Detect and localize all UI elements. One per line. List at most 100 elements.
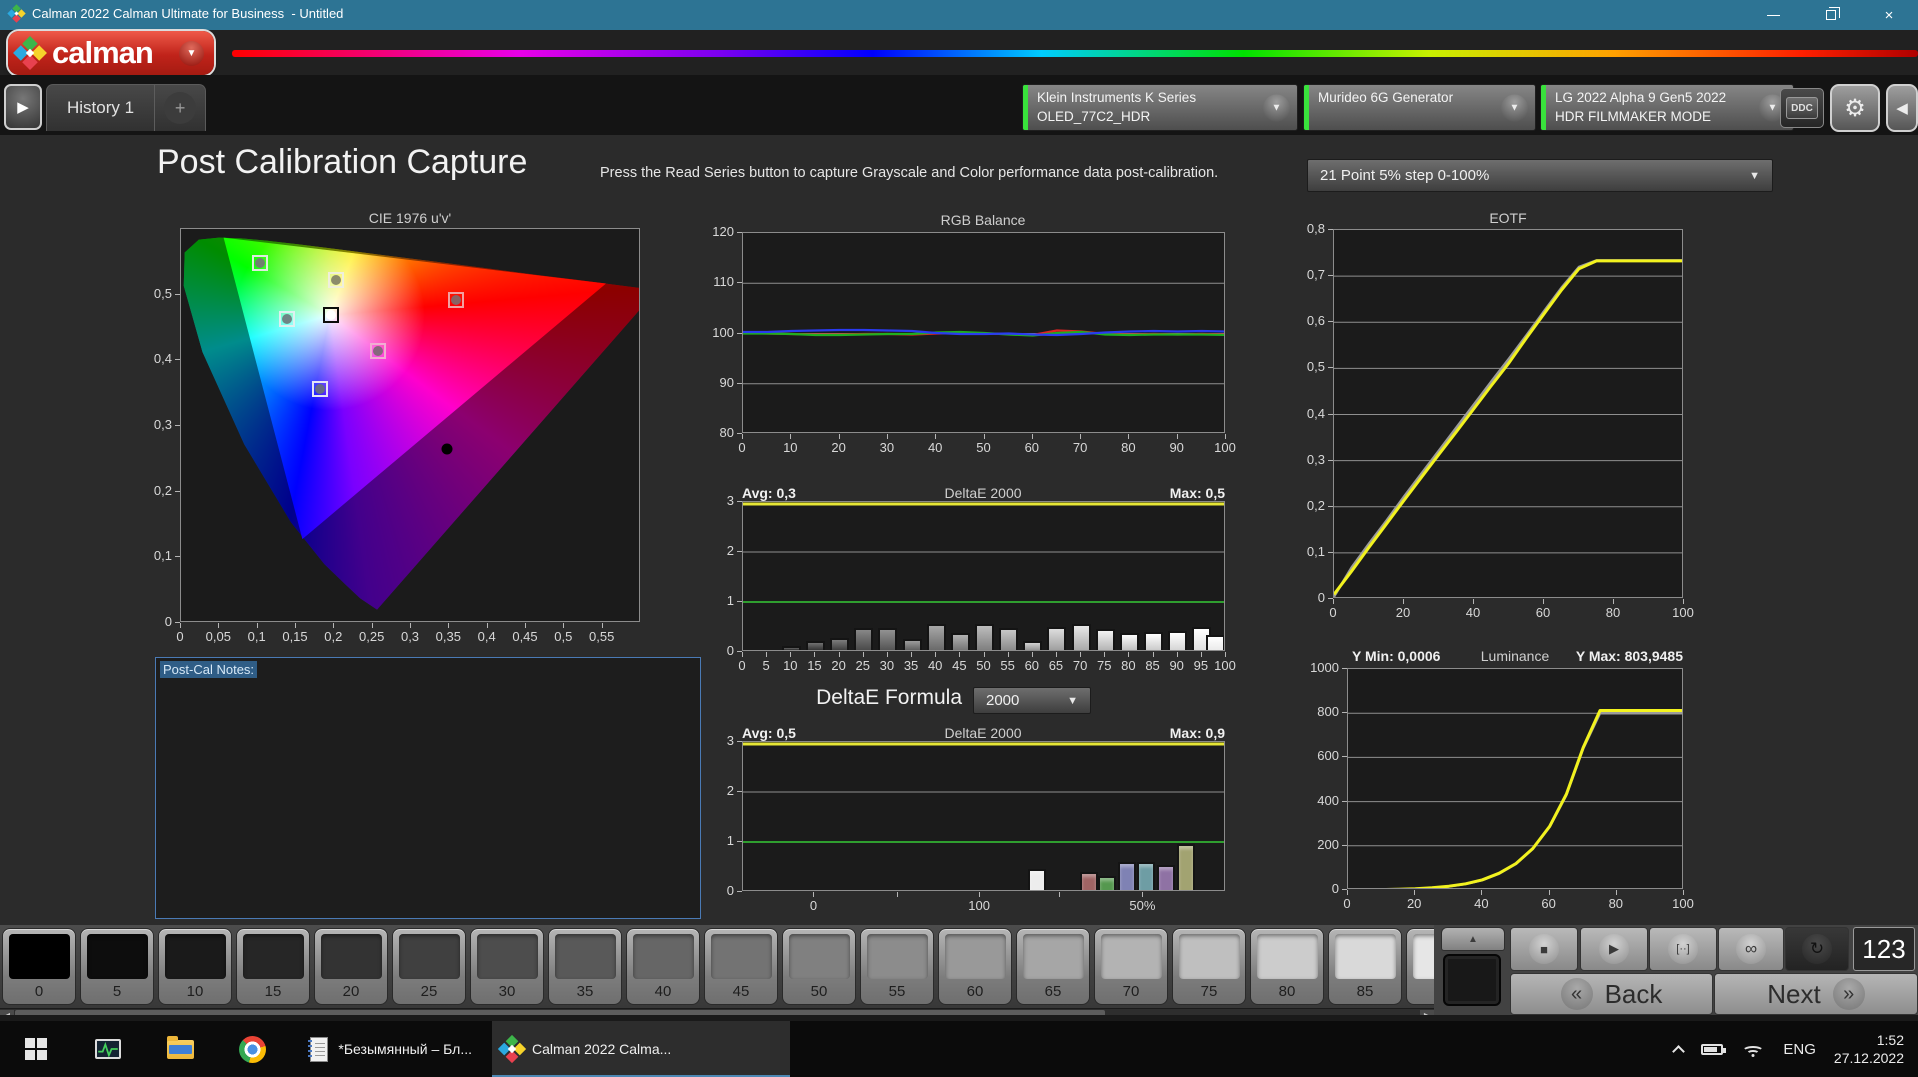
- stop-button[interactable]: ■: [1510, 927, 1578, 971]
- titlebar: Calman 2022 Calman Ultimate for Business…: [0, 0, 1918, 30]
- deltae-bar-40: [927, 624, 946, 651]
- settings-button[interactable]: ⚙: [1830, 84, 1880, 132]
- pattern-swatch: [867, 934, 928, 979]
- pattern-button-85[interactable]: 85: [1328, 928, 1402, 1005]
- axis-tick-label: 0,5: [154, 286, 172, 301]
- deltae-grayscale-chart: [742, 501, 1225, 651]
- axis-tick: [1328, 275, 1333, 276]
- chrome-taskbar-icon[interactable]: [228, 1021, 276, 1077]
- axis-tick-label: 0,2: [154, 483, 172, 498]
- expand-panel-button[interactable]: ▶: [4, 84, 42, 130]
- axis-tick: [1177, 434, 1178, 439]
- folder-icon: [167, 1040, 194, 1059]
- deltae-bar-75: [1096, 629, 1115, 650]
- axis-tick: [410, 623, 411, 628]
- measurement-point-yellow: [331, 275, 341, 285]
- axis-tick: [175, 425, 180, 426]
- pattern-window-up-button[interactable]: ▲: [1441, 927, 1505, 951]
- cie-chart-title: CIE 1976 u'v': [369, 210, 451, 226]
- axis-tick: [1142, 892, 1143, 897]
- axis-tick-label: 0: [727, 643, 734, 658]
- tab-history-1[interactable]: History 1: [47, 85, 155, 131]
- axis-tick: [1008, 652, 1009, 657]
- axis-tick-label: 55: [1000, 658, 1014, 673]
- axis-tick-label: 50%: [1129, 898, 1155, 913]
- restore-button[interactable]: [1802, 0, 1860, 30]
- task-manager-taskbar-icon[interactable]: [84, 1021, 132, 1077]
- axis-tick-label: 120: [712, 224, 734, 239]
- pattern-button-30[interactable]: 30: [470, 928, 544, 1005]
- collapse-panel-button[interactable]: ◀: [1886, 84, 1918, 132]
- pattern-button-25[interactable]: 25: [392, 928, 466, 1005]
- axis-tick: [1342, 889, 1347, 890]
- start-button[interactable]: [12, 1021, 60, 1077]
- notes-placeholder: Post-Cal Notes:: [160, 661, 257, 678]
- axis-tick: [1032, 652, 1033, 657]
- axis-tick-label: 200: [1317, 837, 1339, 852]
- back-button[interactable]: «Back: [1510, 973, 1713, 1015]
- pattern-button-10[interactable]: 10: [158, 928, 232, 1005]
- play-icon: ▶: [17, 98, 29, 116]
- next-button[interactable]: Next»: [1714, 973, 1918, 1015]
- pattern-button-65[interactable]: 65: [1016, 928, 1090, 1005]
- pattern-button-50[interactable]: 50: [782, 928, 856, 1005]
- taskbar-task-notepad[interactable]: *Безымянный – Бл...: [300, 1021, 482, 1077]
- ddc-button[interactable]: DDC: [1780, 88, 1824, 128]
- pattern-button-5[interactable]: 5: [80, 928, 154, 1005]
- device-dropdown-2[interactable]: LG 2022 Alpha 9 Gen5 2022HDR FILMMAKER M…: [1540, 84, 1794, 131]
- pattern-button-60[interactable]: 60: [938, 928, 1012, 1005]
- pattern-level-label: 35: [549, 983, 621, 1000]
- pattern-button-45[interactable]: 45: [704, 928, 778, 1005]
- deltae-bar-30: [878, 628, 897, 650]
- refresh-button[interactable]: ↻: [1785, 927, 1849, 971]
- axis-tick-label: 0,2: [324, 629, 342, 644]
- preset-dropdown[interactable]: 21 Point 5% step 0-100%▼: [1307, 159, 1773, 192]
- pattern-button-80[interactable]: 80: [1250, 928, 1324, 1005]
- axis-tick: [887, 434, 888, 439]
- clock[interactable]: 1:52 27.12.2022: [1834, 1031, 1904, 1067]
- pattern-button-70[interactable]: 70: [1094, 928, 1168, 1005]
- chevron-up-icon[interactable]: [1673, 1045, 1686, 1058]
- axis-tick: [1342, 756, 1347, 757]
- read-series-range-button[interactable]: [··]: [1649, 927, 1717, 971]
- minimize-button[interactable]: [1744, 0, 1802, 30]
- battery-icon[interactable]: [1701, 1044, 1723, 1055]
- axis-tick-label: 2: [727, 543, 734, 558]
- calman-menu-button[interactable]: calman ▼: [8, 31, 214, 75]
- pattern-button-15[interactable]: 15: [236, 928, 310, 1005]
- device-mode: HDR FILMMAKER MODE: [1555, 109, 1711, 124]
- language-indicator[interactable]: ENG: [1783, 1041, 1816, 1058]
- axis-tick-label: 100: [1672, 605, 1694, 620]
- axis-tick-label: 110: [713, 274, 734, 289]
- pattern-level-label: 30: [471, 983, 543, 1000]
- pattern-button-20[interactable]: 20: [314, 928, 388, 1005]
- pattern-button-0[interactable]: 0: [2, 928, 76, 1005]
- axis-tick: [448, 623, 449, 628]
- continuous-read-button[interactable]: ∞: [1718, 927, 1784, 971]
- deltae-bar-100: [1206, 635, 1225, 651]
- axis-tick-label: 0,3: [1307, 452, 1325, 467]
- taskbar-task-calman[interactable]: Calman 2022 Calma...: [492, 1021, 790, 1077]
- play-button[interactable]: ▶: [1580, 927, 1648, 971]
- pattern-button-90[interactable]: 90: [1406, 928, 1434, 1005]
- pattern-button-40[interactable]: 40: [626, 928, 700, 1005]
- add-tab-button[interactable]: +: [155, 85, 205, 131]
- post-cal-notes-field[interactable]: Post-Cal Notes:: [155, 657, 701, 919]
- axis-tick: [563, 623, 564, 628]
- axis-tick-label: 80: [1609, 896, 1623, 911]
- close-button[interactable]: ×: [1860, 0, 1918, 30]
- axis-tick-label: 20: [831, 658, 845, 673]
- file-explorer-taskbar-icon[interactable]: [156, 1021, 204, 1077]
- axis-tick-label: 90: [1169, 440, 1183, 455]
- tray-time: 1:52: [1834, 1031, 1904, 1049]
- device-dropdown-1[interactable]: Murideo 6G Generator▼: [1303, 84, 1536, 131]
- device-dropdown-0[interactable]: Klein Instruments K SeriesOLED_77C2_HDR▼: [1022, 84, 1298, 131]
- pattern-button-75[interactable]: 75: [1172, 928, 1246, 1005]
- pattern-swatch: [243, 934, 304, 979]
- axis-tick-label: 3: [727, 493, 734, 508]
- wifi-icon[interactable]: [1741, 1041, 1765, 1057]
- pattern-button-55[interactable]: 55: [860, 928, 934, 1005]
- deltae-formula-dropdown[interactable]: 2000▼: [973, 687, 1091, 714]
- axis-tick-label: 0,7: [1307, 267, 1325, 282]
- pattern-button-35[interactable]: 35: [548, 928, 622, 1005]
